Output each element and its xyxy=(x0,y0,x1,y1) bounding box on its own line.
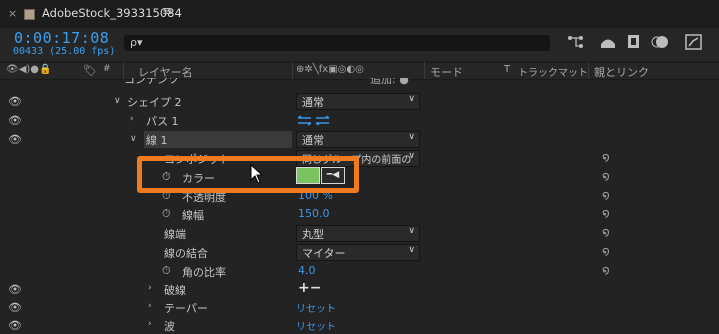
shy-layers-icon[interactable] xyxy=(598,33,618,51)
layer-row: 👁 › パス 1 xyxy=(0,111,719,130)
blend-mode-dropdown[interactable]: 通常 ∨ xyxy=(296,93,420,110)
layer-row: 👁 ∨ 線 1 通常 ∨ xyxy=(0,130,719,149)
layer-row: コンポジット 同じグループ内の前面の ∨ ໑ xyxy=(0,149,719,168)
property-label: コンテンツ xyxy=(124,78,179,86)
property-label: 角の比率 xyxy=(182,266,226,279)
collapse-chevron-icon[interactable]: ∨ xyxy=(130,134,137,144)
miter-limit-value[interactable]: 4.0 xyxy=(298,264,316,277)
pickwhip-spiral-icon[interactable]: ໑ xyxy=(602,225,610,239)
path-direction-icon[interactable] xyxy=(297,115,331,126)
layer-row: ⏱ 不透明度 100 % ໑ xyxy=(0,187,719,206)
expand-chevron-icon[interactable]: › xyxy=(130,114,134,124)
layer-row: ∨ コンテンツ 追加: ● xyxy=(0,78,719,88)
layer-row: ⏱ 角の比率 4.0 ໑ xyxy=(0,262,719,281)
property-label: 波 xyxy=(164,320,175,333)
property-label: シェイプ 2 xyxy=(127,96,182,109)
stopwatch-icon[interactable]: ⏱ xyxy=(162,207,171,221)
chevron-down-icon: ∨ xyxy=(408,151,415,161)
pickwhip-spiral-icon[interactable]: ໑ xyxy=(602,188,610,202)
reset-link[interactable]: リセット xyxy=(296,318,336,333)
visibility-eye-icon[interactable]: 👁 xyxy=(8,133,22,146)
layer-row: 👁 › 破線 +− xyxy=(0,280,719,299)
frame-blending-icon[interactable] xyxy=(624,33,644,51)
layer-row: ⏱ カラー ໑ xyxy=(0,168,719,187)
av-switches-header: 👁◀)●🔒 xyxy=(6,64,52,75)
layer-row: 線端 丸型 ∨ ໑ xyxy=(0,224,719,243)
layer-row: 👁 ∨ シェイプ 2 通常 ∨ xyxy=(0,92,719,111)
chevron-down-icon: ∨ xyxy=(408,94,415,104)
property-label: 破線 xyxy=(164,284,186,297)
pickwhip-spiral-icon[interactable]: ໑ xyxy=(602,206,610,220)
motion-blur-icon[interactable] xyxy=(650,33,670,51)
add-menu[interactable]: 追加: ● xyxy=(370,78,409,87)
visibility-eye-icon[interactable]: 👁 xyxy=(8,95,22,108)
expand-chevron-icon[interactable]: › xyxy=(148,283,152,293)
pickwhip-spiral-icon[interactable]: ໑ xyxy=(602,150,610,164)
pickwhip-spiral-icon[interactable]: ໑ xyxy=(602,244,610,258)
column-divider xyxy=(588,62,589,79)
property-label: 線端 xyxy=(164,228,186,241)
search-icon: ρ▾ xyxy=(130,36,143,49)
label-tag-icon[interactable]: 🏷 xyxy=(83,64,97,77)
frame-count-display: 00433 (25.00 fps) xyxy=(13,46,116,57)
property-label: 線の結合 xyxy=(164,247,208,260)
layer-row: ⏱ 線幅 150.0 ໑ xyxy=(0,205,719,224)
layer-row: 👁 › テーパー リセット xyxy=(0,298,719,317)
pickwhip-spiral-icon[interactable]: ໑ xyxy=(602,263,610,277)
composition-color-swatch xyxy=(24,9,35,20)
expand-chevron-icon[interactable]: › xyxy=(148,301,152,311)
stroke-width-value[interactable]: 150.0 xyxy=(298,207,330,220)
mouse-cursor-icon xyxy=(250,164,264,184)
layer-row: 線の結合 マイター ∨ ໑ xyxy=(0,243,719,262)
stopwatch-icon[interactable]: ⏱ xyxy=(162,264,171,278)
column-divider xyxy=(123,62,124,79)
graph-editor-icon[interactable] xyxy=(684,33,704,51)
tab-title[interactable]: AdobeStock_393315084 xyxy=(42,6,182,20)
property-label: パス 1 xyxy=(146,115,179,128)
column-divider xyxy=(292,62,293,79)
number-column-header[interactable]: # xyxy=(103,64,111,74)
line-join-dropdown[interactable]: マイター ∨ xyxy=(296,244,420,261)
reset-link[interactable]: リセット xyxy=(296,300,336,315)
visibility-eye-icon[interactable]: 👁 xyxy=(8,301,22,314)
layer-row: 👁 › 波 リセット xyxy=(0,316,719,334)
composition-flowchart-icon[interactable] xyxy=(566,33,586,51)
expand-chevron-icon[interactable]: › xyxy=(148,319,152,329)
property-label: 線 1 xyxy=(146,134,168,147)
track-matte-column-header[interactable]: トラックマット xyxy=(518,64,588,79)
chevron-down-icon: ∨ xyxy=(408,226,415,236)
visibility-eye-icon[interactable]: 👁 xyxy=(8,283,22,296)
property-label: テーパー xyxy=(164,302,208,315)
blend-mode-dropdown[interactable]: 通常 ∨ xyxy=(296,131,420,148)
chevron-down-icon: ∨ xyxy=(408,132,415,142)
collapse-chevron-icon[interactable]: ∨ xyxy=(113,78,120,81)
collapse-chevron-icon[interactable]: ∨ xyxy=(114,96,121,106)
visibility-eye-icon[interactable]: 👁 xyxy=(8,114,22,127)
add-remove-dash-buttons[interactable]: +− xyxy=(298,280,321,296)
close-tab-icon[interactable]: × xyxy=(8,7,17,20)
search-input[interactable] xyxy=(124,35,550,51)
line-cap-dropdown[interactable]: 丸型 ∨ xyxy=(296,225,420,242)
column-divider xyxy=(424,62,425,79)
chevron-down-icon: ∨ xyxy=(408,245,415,255)
highlight-annotation-box xyxy=(137,156,359,193)
current-time-display[interactable]: 0:00:17:08 xyxy=(14,29,109,47)
switches-column-header: ⊕✲╲fx▣◎◐◎ xyxy=(296,64,364,75)
property-label: 線幅 xyxy=(182,209,204,222)
t-column-header: T xyxy=(504,64,511,75)
visibility-eye-icon[interactable]: 👁 xyxy=(8,319,22,332)
panel-menu-icon[interactable]: ≡ xyxy=(162,4,173,19)
pickwhip-spiral-icon[interactable]: ໑ xyxy=(602,169,610,183)
